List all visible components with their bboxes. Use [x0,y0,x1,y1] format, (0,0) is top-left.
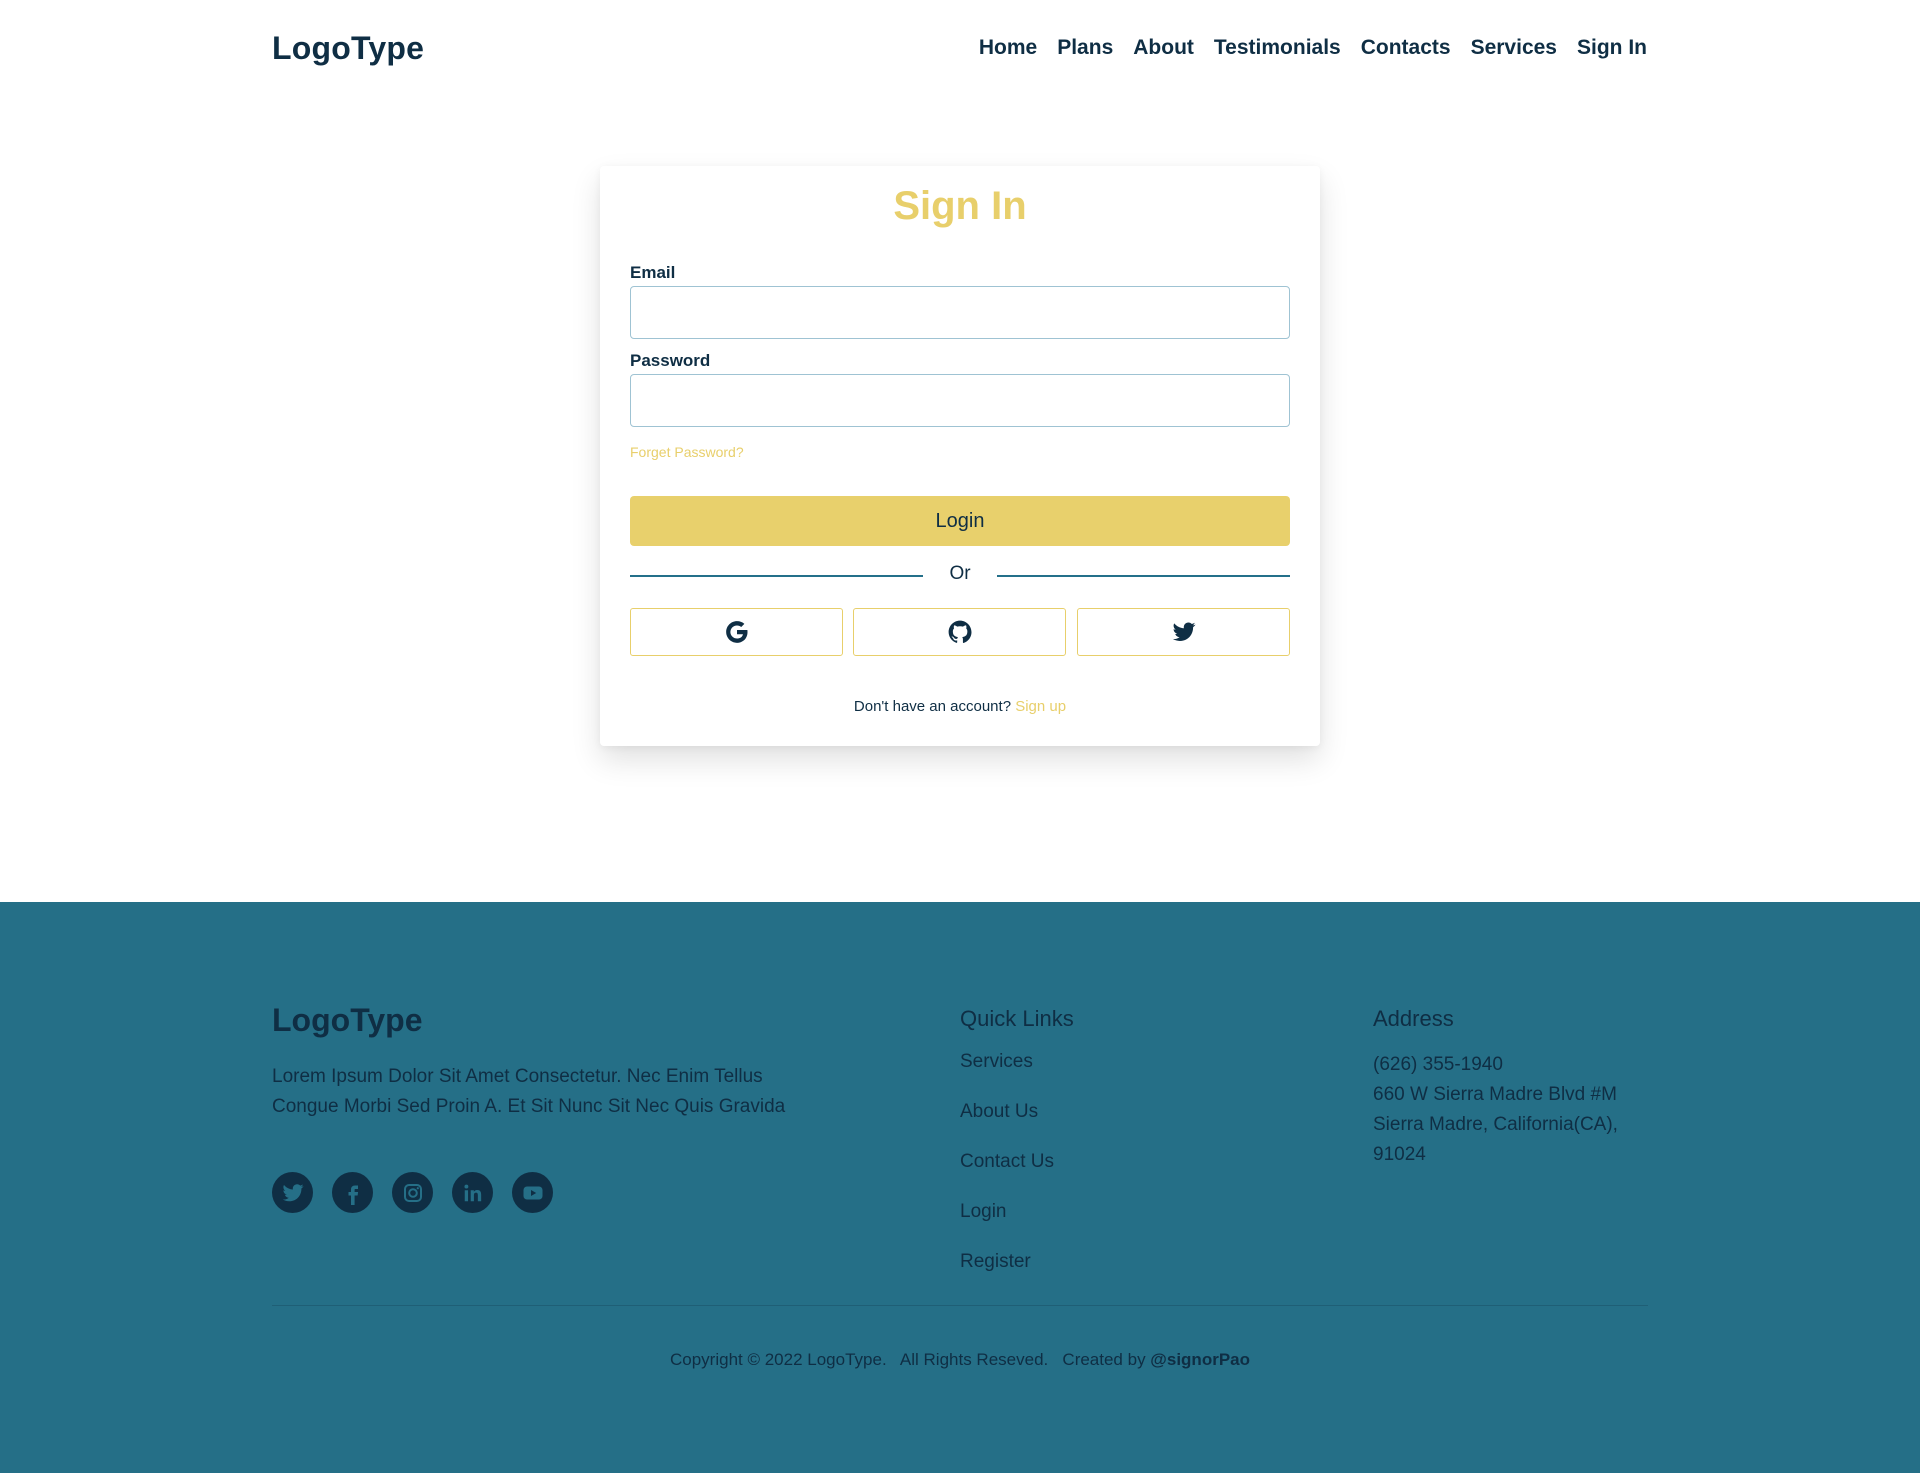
password-field[interactable] [630,374,1290,427]
address-phone: (626) 355-1940 [1373,1054,1503,1075]
twitter-signin-button[interactable] [1077,608,1290,656]
header-logo[interactable]: LogoType [272,30,424,67]
signin-title: Sign In [893,184,1027,228]
quick-link-services[interactable]: Services [960,1050,1054,1100]
forget-password-link[interactable]: Forget Password? [630,444,744,460]
quick-links-list: Services About Us Contact Us Login Regis… [960,1050,1054,1300]
signin-card: Sign In Email Password Forget Password? … [600,166,1320,746]
email-field[interactable] [630,286,1290,339]
email-label: Email [630,263,676,282]
address-zip: 91024 [1373,1144,1426,1165]
github-icon [948,620,971,643]
copyright: Copyright © 2022 LogoType. All Rights Re… [0,1350,1920,1370]
address-block: (626) 355-1940 660 W Sierra Madre Blvd #… [1373,1050,1618,1170]
twitter-icon[interactable] [272,1172,313,1213]
quick-link-about-us[interactable]: About Us [960,1100,1054,1150]
nav-testimonials[interactable]: Testimonials [1214,36,1341,60]
site-footer: LogoType Lorem Ipsum Dolor Sit Amet Cons… [0,902,1920,1473]
or-text: Or [949,563,971,584]
signup-link[interactable]: Sign up [1015,698,1066,715]
password-label: Password [630,351,711,370]
footer-social-icons [272,1172,572,1213]
footer-description: Lorem Ipsum Dolor Sit Amet Consectetur. … [272,1066,786,1117]
github-signin-button[interactable] [853,608,1066,656]
login-button[interactable]: Login [630,496,1290,546]
footer-divider [272,1305,1648,1306]
quick-link-contact-us[interactable]: Contact Us [960,1150,1054,1200]
nav-contacts[interactable]: Contacts [1361,36,1451,60]
signup-prompt: Don't have an account? Sign up [600,698,1320,715]
quick-link-login[interactable]: Login [960,1200,1054,1250]
or-divider-right [997,575,1290,577]
twitter-icon [1172,622,1195,641]
quick-links-heading: Quick Links [960,1006,1074,1031]
google-signin-button[interactable] [630,608,843,656]
main-nav: Home Plans About Testimonials Contacts S… [979,36,1647,60]
instagram-icon[interactable] [392,1172,433,1213]
facebook-icon[interactable] [332,1172,373,1213]
no-account-text: Don't have an account? [853,698,1012,715]
address-street: 660 W Sierra Madre Blvd #M [1373,1084,1617,1105]
address-heading: Address [1373,1006,1454,1031]
quick-link-register[interactable]: Register [960,1250,1054,1300]
site-header: LogoType Home Plans About Testimonials C… [0,0,1920,100]
nav-services[interactable]: Services [1471,36,1557,60]
address-city: Sierra Madre, California(CA), [1373,1114,1618,1135]
copyright-text: Copyright © 2022 LogoType. All Rights Re… [670,1350,1151,1369]
youtube-icon[interactable] [512,1172,553,1213]
google-icon [725,621,748,643]
nav-plans[interactable]: Plans [1057,36,1113,60]
creator-link[interactable]: @signorPao [1150,1350,1250,1369]
nav-home[interactable]: Home [979,36,1037,60]
linkedin-icon[interactable] [452,1172,493,1213]
nav-sign-in[interactable]: Sign In [1577,36,1647,60]
footer-logo: LogoType [272,1002,423,1038]
nav-about[interactable]: About [1133,36,1194,60]
